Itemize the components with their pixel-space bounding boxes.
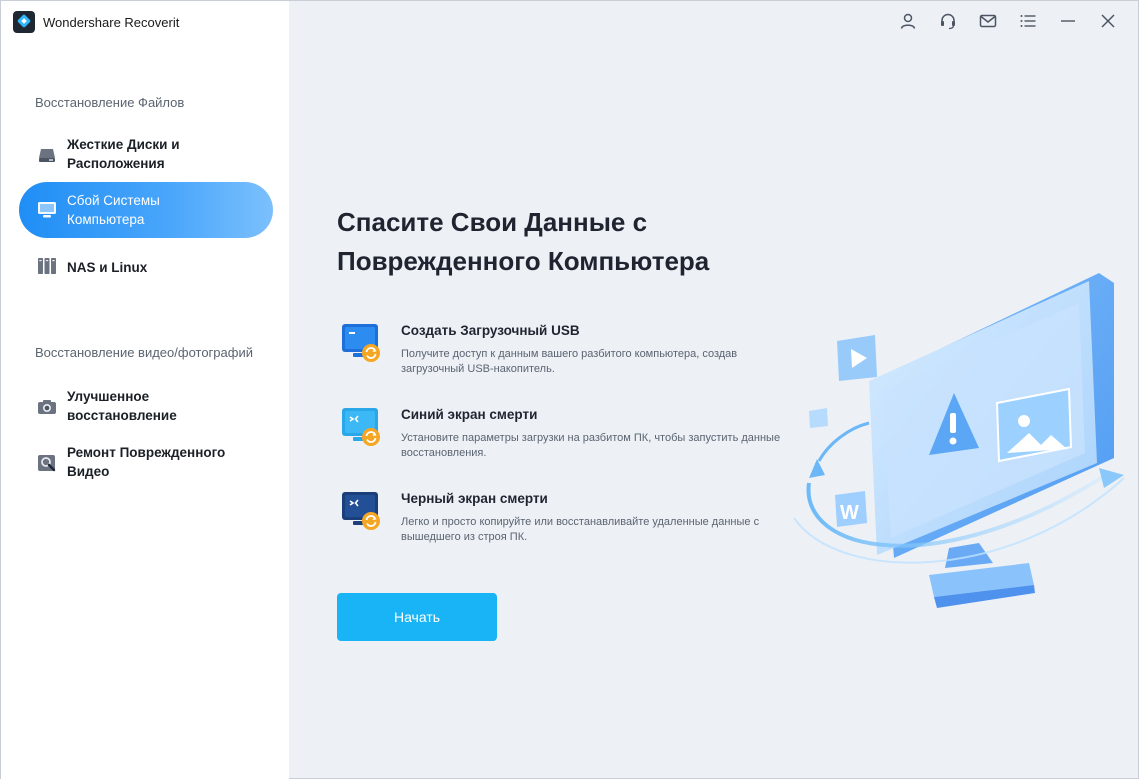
feature-title: Синий экран смерти xyxy=(401,407,538,422)
app-logo-icon xyxy=(13,11,35,33)
hard-drive-icon xyxy=(39,149,55,162)
camera-icon xyxy=(38,400,56,414)
crashed-computer-illustration: W xyxy=(793,273,1125,608)
sidebar-item-label: восстановление xyxy=(67,408,177,423)
sidebar-item-label: NAS и Linux xyxy=(67,260,148,275)
nas-icon xyxy=(38,258,56,274)
sidebar: Wondershare Recoverit Восстановление Фай… xyxy=(1,1,289,779)
sidebar-item-label: Расположения xyxy=(67,156,165,171)
bootable-usb-icon xyxy=(342,324,380,362)
blue-screen-icon xyxy=(342,408,380,446)
sidebar-item-hard-drives[interactable]: Жесткие Диски и Расположения xyxy=(19,135,273,177)
sidebar-item-label: Видео xyxy=(67,464,110,479)
app-window: Wondershare Recoverit Восстановление Фай… xyxy=(0,0,1139,779)
page-title-line: Поврежденного Компьютера xyxy=(337,246,710,276)
brand: Wondershare Recoverit xyxy=(13,11,179,33)
sidebar-item-label: Компьютера xyxy=(67,212,145,227)
feature-description: Установите параметры загрузки на разбито… xyxy=(401,432,781,459)
page-title-line: Спасите Свои Данные с xyxy=(337,207,648,237)
word-doc-icon: W xyxy=(840,502,859,524)
feature-description: Легко и просто копируйте или восстанавли… xyxy=(401,516,760,543)
video-repair-icon xyxy=(38,455,56,472)
sidebar-item-nas-linux[interactable]: NAS и Linux xyxy=(19,256,273,278)
sidebar-item-label: Сбой Системы xyxy=(67,193,160,208)
app-title: Wondershare Recoverit xyxy=(43,14,180,30)
section-title-file-recovery: Восстановление Файлов xyxy=(35,95,185,110)
section-title-media-recovery: Восстановление видео/фотографий xyxy=(35,345,253,360)
computer-icon xyxy=(38,202,56,218)
sidebar-item-label: Улучшенное xyxy=(67,389,150,404)
main-panel: Спасите Свои Данные с Поврежденного Комп… xyxy=(289,1,1139,779)
sidebar-item-advanced-recovery[interactable]: Улучшенное восстановление xyxy=(19,387,273,429)
feature-title: Черный экран смерти xyxy=(401,491,548,506)
page-title: Спасите Свои Данные с Поврежденного Комп… xyxy=(337,203,709,281)
black-screen-icon xyxy=(342,492,380,530)
sidebar-item-label: Ремонт Поврежденного xyxy=(67,445,226,460)
feature-title: Создать Загрузочный USB xyxy=(401,323,580,338)
sidebar-item-video-repair[interactable]: Ремонт Поврежденного Видео xyxy=(19,443,273,485)
feature-description: Получите доступ к данным вашего разбитог… xyxy=(401,348,738,375)
sidebar-item-system-crash[interactable]: Сбой Системы Компьютера xyxy=(19,182,273,238)
start-button[interactable]: Начать xyxy=(337,593,497,641)
sidebar-item-label: Жесткие Диски и xyxy=(67,137,180,152)
